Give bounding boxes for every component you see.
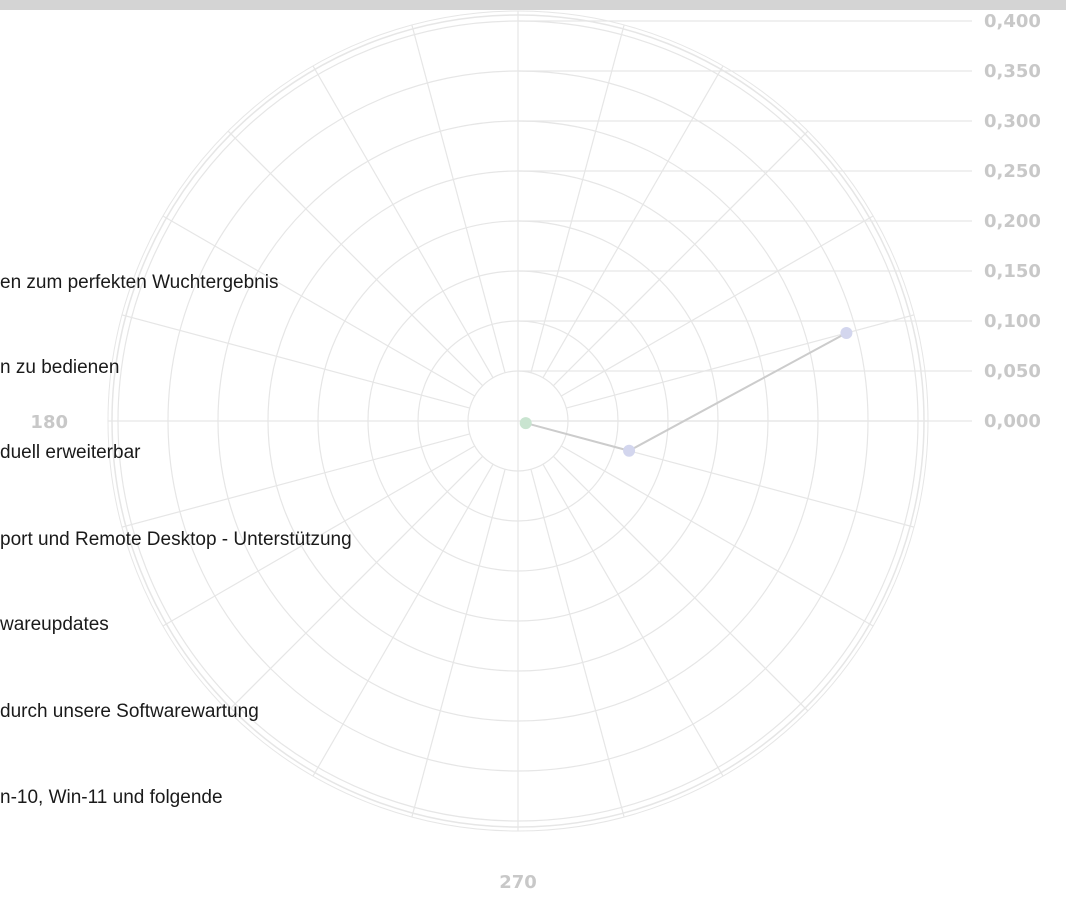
- radial-tick-label: 0,100: [984, 311, 1041, 332]
- radial-tick-label: 0,150: [984, 261, 1041, 282]
- data-point: [840, 327, 853, 340]
- series-line: [525, 332, 847, 452]
- grid-spoke: [411, 24, 506, 373]
- data-point: [623, 444, 636, 457]
- data-point: [519, 417, 532, 430]
- grid-spoke: [121, 314, 470, 409]
- radial-tick-label: 0,350: [984, 61, 1041, 82]
- radial-tick-label: 0,300: [984, 111, 1041, 132]
- radial-tick-label: 0,250: [984, 161, 1041, 182]
- grid-spoke: [411, 469, 506, 818]
- grid-spoke: [530, 469, 625, 818]
- grid-spoke: [121, 433, 470, 528]
- grid-spoke: [566, 314, 915, 409]
- radial-tick-label: 0,200: [984, 211, 1041, 232]
- axis-labels: 0,000 0,050 0,100 0,150 0,200 0,250 0,300 0,350…: [30, 11, 1041, 893]
- polar-grid: [107, 10, 972, 832]
- angle-tick-label: 270: [499, 872, 537, 893]
- radial-tick-label: 0,400: [984, 11, 1041, 32]
- polar-chart: 0,000 0,050 0,100 0,150 0,200 0,250 0,300 0,350…: [30, 10, 1041, 893]
- radial-tick-label: 0,000: [984, 411, 1041, 432]
- angle-tick-label: 180: [30, 412, 68, 433]
- radial-tick-label: 0,050: [984, 361, 1041, 382]
